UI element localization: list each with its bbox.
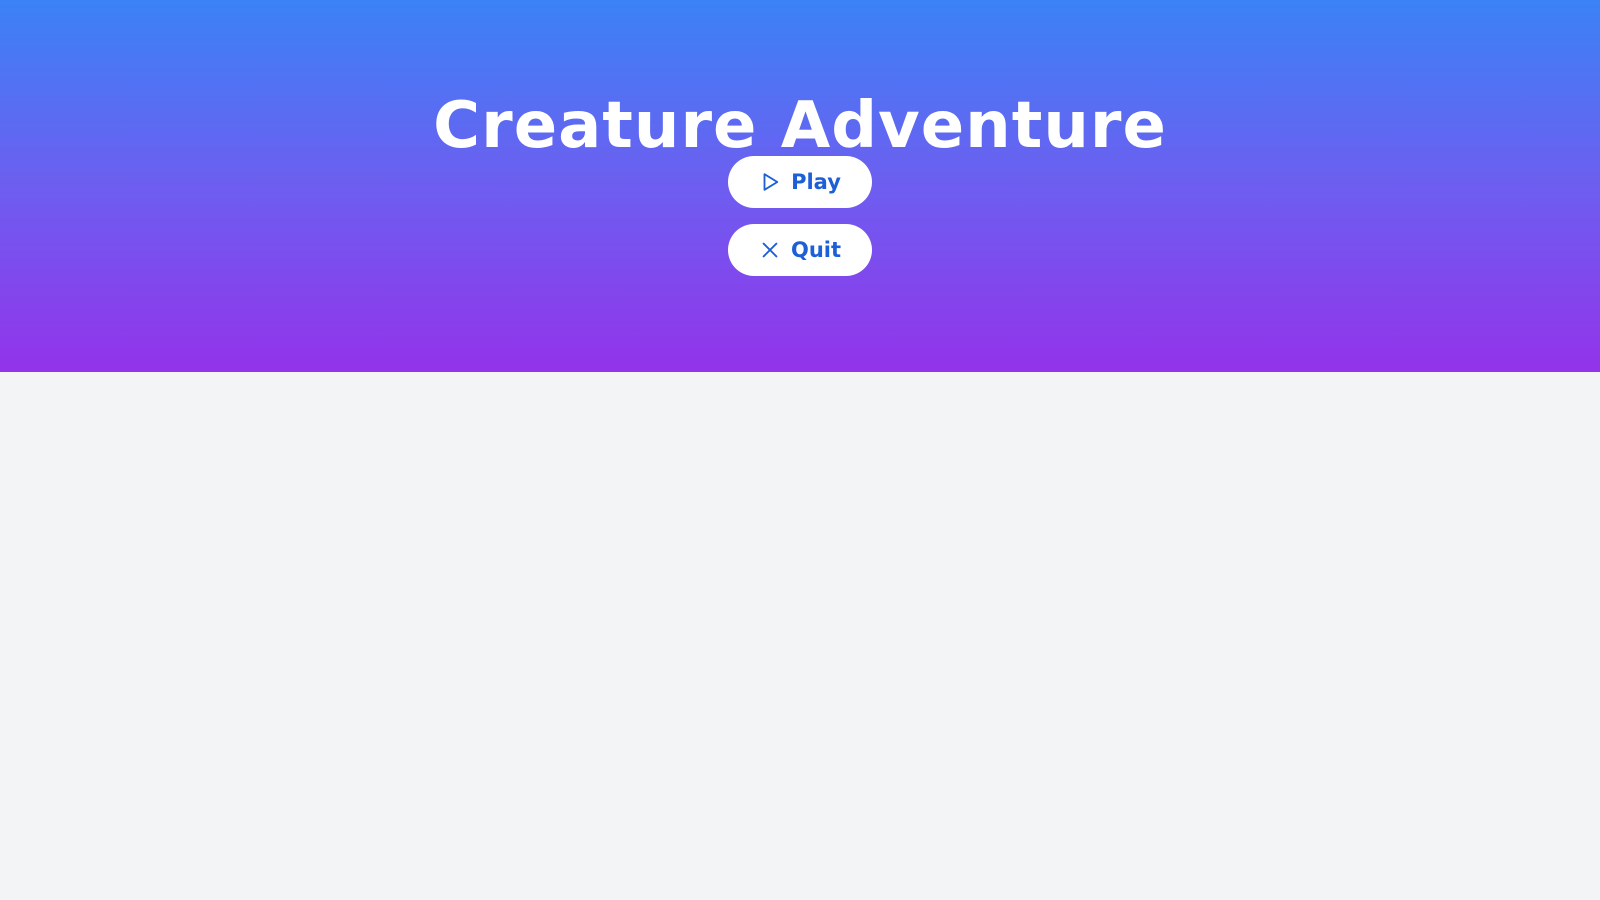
close-icon (759, 239, 781, 261)
quit-button[interactable]: Quit (728, 224, 872, 276)
game-title: Creature Adventure (433, 89, 1167, 163)
play-button-label: Play (791, 170, 841, 194)
play-icon (759, 171, 781, 193)
play-button[interactable]: Play (728, 156, 872, 208)
quit-button-label: Quit (790, 238, 842, 262)
title-screen-header: Creature Adventure Play Quit (0, 0, 1600, 372)
main-content-area (0, 372, 1600, 900)
